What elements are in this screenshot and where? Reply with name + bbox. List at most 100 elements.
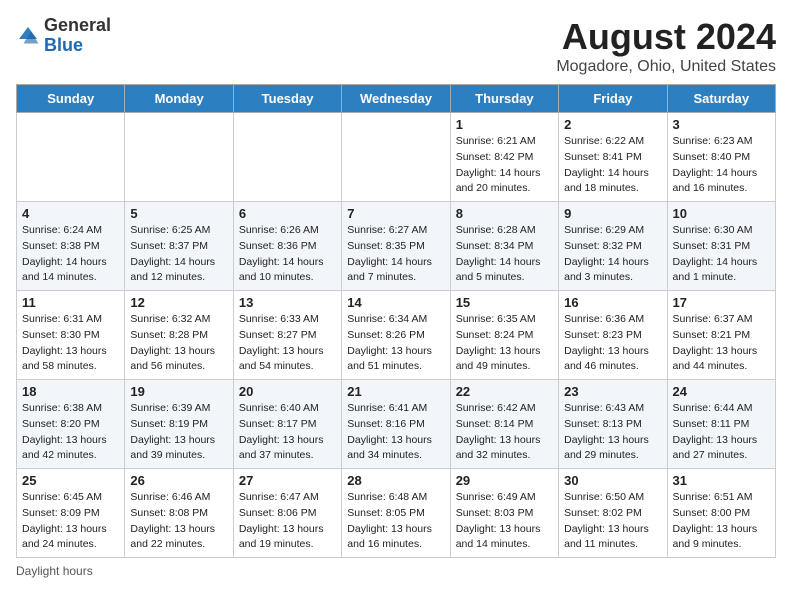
day-info: Sunrise: 6:24 AM Sunset: 8:38 PM Dayligh…: [22, 223, 119, 286]
sunset-text: Sunset: 8:02 PM: [564, 507, 642, 519]
sunrise-text: Sunrise: 6:51 AM: [673, 491, 753, 503]
day-info: Sunrise: 6:30 AM Sunset: 8:31 PM Dayligh…: [673, 223, 770, 286]
sunset-text: Sunset: 8:16 PM: [347, 418, 425, 430]
day-number: 2: [564, 117, 661, 132]
daylight-text: Daylight: 13 hours and 49 minutes.: [456, 345, 541, 373]
sunset-text: Sunset: 8:11 PM: [673, 418, 750, 430]
day-number: 8: [456, 206, 553, 221]
daylight-text: Daylight: 13 hours and 56 minutes.: [130, 345, 215, 373]
day-number: 18: [22, 384, 119, 399]
sunrise-text: Sunrise: 6:35 AM: [456, 313, 536, 325]
daylight-text: Daylight: 13 hours and 22 minutes.: [130, 523, 215, 551]
daylight-text: Daylight: 14 hours and 5 minutes.: [456, 256, 541, 284]
sunrise-text: Sunrise: 6:34 AM: [347, 313, 427, 325]
day-number: 10: [673, 206, 770, 221]
sunrise-text: Sunrise: 6:23 AM: [673, 135, 753, 147]
main-title: August 2024: [556, 16, 776, 58]
calendar-body: 1 Sunrise: 6:21 AM Sunset: 8:42 PM Dayli…: [17, 113, 776, 558]
sunrise-text: Sunrise: 6:45 AM: [22, 491, 102, 503]
day-number: 26: [130, 473, 227, 488]
calendar-cell: 30 Sunrise: 6:50 AM Sunset: 8:02 PM Dayl…: [559, 469, 667, 558]
calendar-cell: 17 Sunrise: 6:37 AM Sunset: 8:21 PM Dayl…: [667, 291, 775, 380]
daylight-text: Daylight: 13 hours and 39 minutes.: [130, 434, 215, 462]
calendar-cell: 27 Sunrise: 6:47 AM Sunset: 8:06 PM Dayl…: [233, 469, 341, 558]
sunset-text: Sunset: 8:41 PM: [564, 151, 642, 163]
day-number: 1: [456, 117, 553, 132]
sunset-text: Sunset: 8:34 PM: [456, 240, 534, 252]
day-number: 17: [673, 295, 770, 310]
sunset-text: Sunset: 8:42 PM: [456, 151, 534, 163]
calendar-week-row: 11 Sunrise: 6:31 AM Sunset: 8:30 PM Dayl…: [17, 291, 776, 380]
title-area: August 2024 Mogadore, Ohio, United State…: [556, 16, 776, 76]
sunrise-text: Sunrise: 6:30 AM: [673, 224, 753, 236]
daylight-text: Daylight: 13 hours and 32 minutes.: [456, 434, 541, 462]
sunset-text: Sunset: 8:17 PM: [239, 418, 317, 430]
sunrise-text: Sunrise: 6:25 AM: [130, 224, 210, 236]
daylight-text: Daylight: 14 hours and 12 minutes.: [130, 256, 215, 284]
day-info: Sunrise: 6:51 AM Sunset: 8:00 PM Dayligh…: [673, 490, 770, 553]
calendar-week-row: 18 Sunrise: 6:38 AM Sunset: 8:20 PM Dayl…: [17, 380, 776, 469]
sunrise-text: Sunrise: 6:39 AM: [130, 402, 210, 414]
weekday-header-row: SundayMondayTuesdayWednesdayThursdayFrid…: [17, 85, 776, 113]
sunrise-text: Sunrise: 6:24 AM: [22, 224, 102, 236]
calendar-cell: 21 Sunrise: 6:41 AM Sunset: 8:16 PM Dayl…: [342, 380, 450, 469]
day-info: Sunrise: 6:31 AM Sunset: 8:30 PM Dayligh…: [22, 312, 119, 375]
sunrise-text: Sunrise: 6:41 AM: [347, 402, 427, 414]
calendar-week-row: 1 Sunrise: 6:21 AM Sunset: 8:42 PM Dayli…: [17, 113, 776, 202]
daylight-text: Daylight: 13 hours and 29 minutes.: [564, 434, 649, 462]
calendar-cell: 5 Sunrise: 6:25 AM Sunset: 8:37 PM Dayli…: [125, 202, 233, 291]
calendar-cell: 25 Sunrise: 6:45 AM Sunset: 8:09 PM Dayl…: [17, 469, 125, 558]
sunset-text: Sunset: 8:03 PM: [456, 507, 534, 519]
daylight-text: Daylight: 14 hours and 1 minute.: [673, 256, 758, 284]
day-info: Sunrise: 6:22 AM Sunset: 8:41 PM Dayligh…: [564, 134, 661, 197]
sunset-text: Sunset: 8:21 PM: [673, 329, 751, 341]
sunrise-text: Sunrise: 6:33 AM: [239, 313, 319, 325]
weekday-header-cell: Wednesday: [342, 85, 450, 113]
sunset-text: Sunset: 8:36 PM: [239, 240, 317, 252]
sunrise-text: Sunrise: 6:22 AM: [564, 135, 644, 147]
day-number: 6: [239, 206, 336, 221]
weekday-header-cell: Monday: [125, 85, 233, 113]
sunset-text: Sunset: 8:13 PM: [564, 418, 642, 430]
weekday-header-cell: Sunday: [17, 85, 125, 113]
sunset-text: Sunset: 8:37 PM: [130, 240, 208, 252]
calendar-cell: 18 Sunrise: 6:38 AM Sunset: 8:20 PM Dayl…: [17, 380, 125, 469]
daylight-text: Daylight: 13 hours and 14 minutes.: [456, 523, 541, 551]
day-number: 13: [239, 295, 336, 310]
calendar-cell: 24 Sunrise: 6:44 AM Sunset: 8:11 PM Dayl…: [667, 380, 775, 469]
day-info: Sunrise: 6:38 AM Sunset: 8:20 PM Dayligh…: [22, 401, 119, 464]
sunrise-text: Sunrise: 6:50 AM: [564, 491, 644, 503]
sunset-text: Sunset: 8:40 PM: [673, 151, 751, 163]
calendar-cell: 7 Sunrise: 6:27 AM Sunset: 8:35 PM Dayli…: [342, 202, 450, 291]
sunrise-text: Sunrise: 6:43 AM: [564, 402, 644, 414]
sunset-text: Sunset: 8:23 PM: [564, 329, 642, 341]
sunrise-text: Sunrise: 6:36 AM: [564, 313, 644, 325]
day-info: Sunrise: 6:29 AM Sunset: 8:32 PM Dayligh…: [564, 223, 661, 286]
sunset-text: Sunset: 8:06 PM: [239, 507, 317, 519]
day-info: Sunrise: 6:42 AM Sunset: 8:14 PM Dayligh…: [456, 401, 553, 464]
calendar-cell: 2 Sunrise: 6:22 AM Sunset: 8:41 PM Dayli…: [559, 113, 667, 202]
sunrise-text: Sunrise: 6:44 AM: [673, 402, 753, 414]
calendar-cell: 23 Sunrise: 6:43 AM Sunset: 8:13 PM Dayl…: [559, 380, 667, 469]
sunset-text: Sunset: 8:28 PM: [130, 329, 208, 341]
daylight-text: Daylight: 14 hours and 7 minutes.: [347, 256, 432, 284]
weekday-header-cell: Tuesday: [233, 85, 341, 113]
day-number: 25: [22, 473, 119, 488]
day-info: Sunrise: 6:28 AM Sunset: 8:34 PM Dayligh…: [456, 223, 553, 286]
sunrise-text: Sunrise: 6:38 AM: [22, 402, 102, 414]
day-info: Sunrise: 6:34 AM Sunset: 8:26 PM Dayligh…: [347, 312, 444, 375]
weekday-header-cell: Friday: [559, 85, 667, 113]
daylight-text: Daylight: 13 hours and 27 minutes.: [673, 434, 758, 462]
daylight-text: Daylight: 14 hours and 16 minutes.: [673, 167, 758, 195]
calendar-cell: 28 Sunrise: 6:48 AM Sunset: 8:05 PM Dayl…: [342, 469, 450, 558]
daylight-text: Daylight: 13 hours and 44 minutes.: [673, 345, 758, 373]
calendar-week-row: 25 Sunrise: 6:45 AM Sunset: 8:09 PM Dayl…: [17, 469, 776, 558]
sunset-text: Sunset: 8:35 PM: [347, 240, 425, 252]
sunrise-text: Sunrise: 6:48 AM: [347, 491, 427, 503]
logo: General Blue: [16, 16, 111, 56]
calendar-week-row: 4 Sunrise: 6:24 AM Sunset: 8:38 PM Dayli…: [17, 202, 776, 291]
sunset-text: Sunset: 8:09 PM: [22, 507, 100, 519]
day-number: 11: [22, 295, 119, 310]
sunrise-text: Sunrise: 6:28 AM: [456, 224, 536, 236]
day-info: Sunrise: 6:45 AM Sunset: 8:09 PM Dayligh…: [22, 490, 119, 553]
